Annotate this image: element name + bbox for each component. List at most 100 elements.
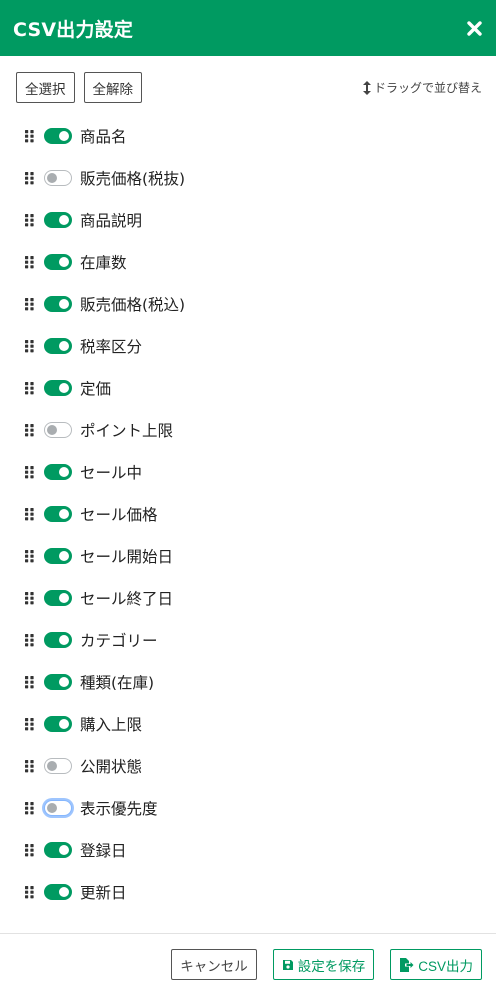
drag-handle-icon[interactable]: [24, 212, 36, 228]
field-row: ポイント上限: [0, 409, 496, 451]
drag-handle-icon[interactable]: [24, 422, 36, 438]
toggle-knob: [59, 299, 69, 309]
drag-handle-icon[interactable]: [24, 548, 36, 564]
field-toggle[interactable]: [44, 338, 72, 354]
drag-handle-icon[interactable]: [24, 758, 36, 774]
field-row: セール価格: [0, 493, 496, 535]
drag-handle-icon[interactable]: [24, 506, 36, 522]
field-label: セール開始日: [80, 548, 174, 566]
toggle-knob: [59, 677, 69, 687]
field-toggle[interactable]: [44, 548, 72, 564]
drag-handle-icon[interactable]: [24, 842, 36, 858]
close-icon[interactable]: [464, 18, 484, 38]
field-toggle[interactable]: [44, 716, 72, 732]
toggle-knob: [59, 551, 69, 561]
field-row: 税率区分: [0, 325, 496, 367]
field-row: 種類(在庫): [0, 661, 496, 703]
field-row: 定価: [0, 367, 496, 409]
field-row: 公開状態: [0, 745, 496, 787]
toggle-knob: [47, 425, 57, 435]
field-row: セール終了日: [0, 577, 496, 619]
field-toggle[interactable]: [44, 674, 72, 690]
field-label: 在庫数: [80, 254, 127, 272]
field-label: セール価格: [80, 506, 158, 524]
file-export-icon: [400, 957, 414, 972]
field-toggle[interactable]: [44, 296, 72, 312]
drag-handle-icon[interactable]: [24, 296, 36, 312]
field-row: 購入上限: [0, 703, 496, 745]
field-row: カテゴリー: [0, 619, 496, 661]
drag-hint-text: ドラッグで並び替え: [373, 81, 482, 95]
toggle-knob: [59, 215, 69, 225]
save-settings-button[interactable]: 設定を保存: [272, 949, 375, 980]
cancel-button[interactable]: キャンセル: [171, 949, 257, 980]
drag-handle-icon[interactable]: [24, 674, 36, 690]
csv-export-label: CSV出力: [418, 958, 473, 974]
save-icon: [282, 959, 293, 970]
field-toggle[interactable]: [44, 632, 72, 648]
field-toggle[interactable]: [44, 590, 72, 606]
field-toggle[interactable]: [44, 884, 72, 900]
cancel-label: キャンセル: [180, 958, 248, 974]
toggle-knob: [47, 761, 57, 771]
toggle-knob: [59, 719, 69, 729]
field-row: 販売価格(税込): [0, 283, 496, 325]
field-label: 種類(在庫): [80, 674, 155, 692]
field-label: 表示優先度: [80, 800, 158, 818]
field-label: 商品説明: [80, 212, 143, 230]
field-label: 更新日: [80, 884, 127, 902]
field-label: 登録日: [80, 842, 127, 860]
drag-handle-icon[interactable]: [24, 380, 36, 396]
deselect-all-button[interactable]: 全解除: [83, 72, 142, 103]
modal-footer: キャンセル 設定を保存 CSV出力: [0, 933, 496, 995]
field-toggle[interactable]: [44, 800, 72, 816]
csv-export-button[interactable]: CSV出力: [390, 949, 482, 980]
drag-handle-icon[interactable]: [24, 338, 36, 354]
toggle-knob: [59, 383, 69, 393]
field-toggle[interactable]: [44, 170, 72, 186]
drag-handle-icon[interactable]: [24, 464, 36, 480]
drag-handle-icon[interactable]: [24, 632, 36, 648]
field-toggle[interactable]: [44, 506, 72, 522]
field-label: 税率区分: [80, 338, 143, 356]
field-toggle[interactable]: [44, 128, 72, 144]
field-toggle[interactable]: [44, 380, 72, 396]
drag-handle-icon[interactable]: [24, 128, 36, 144]
field-toggle[interactable]: [44, 254, 72, 270]
field-toggle[interactable]: [44, 422, 72, 438]
field-label: 販売価格(税込): [80, 296, 186, 314]
field-row: 販売価格(税抜): [0, 157, 496, 199]
field-toggle[interactable]: [44, 842, 72, 858]
drag-handle-icon[interactable]: [24, 716, 36, 732]
field-label: 商品名: [80, 128, 127, 146]
field-toggle[interactable]: [44, 758, 72, 774]
field-label: 定価: [80, 380, 112, 398]
toolbar: 全選択 全解除 ドラッグで並び替え: [16, 72, 482, 103]
field-toggle[interactable]: [44, 464, 72, 480]
toggle-knob: [59, 131, 69, 141]
field-toggle[interactable]: [44, 212, 72, 228]
field-row: 商品説明: [0, 199, 496, 241]
select-all-button[interactable]: 全選択: [16, 72, 75, 103]
field-row: セール中: [0, 451, 496, 493]
drag-handle-icon[interactable]: [24, 884, 36, 900]
drag-handle-icon[interactable]: [24, 170, 36, 186]
field-row: 商品名: [0, 115, 496, 157]
field-row: 登録日: [0, 829, 496, 871]
drag-handle-icon[interactable]: [24, 590, 36, 606]
save-settings-label: 設定を保存: [297, 958, 366, 974]
toggle-knob: [59, 467, 69, 477]
field-label: 購入上限: [80, 716, 143, 734]
modal-title: CSV出力設定: [13, 18, 134, 41]
field-label: ポイント上限: [80, 422, 174, 440]
toggle-knob: [47, 803, 57, 813]
drag-handle-icon[interactable]: [24, 800, 36, 816]
toggle-knob: [47, 173, 57, 183]
sort-arrows-icon: [362, 80, 371, 95]
field-row: 更新日: [0, 871, 496, 913]
field-row: 在庫数: [0, 241, 496, 283]
field-label: セール終了日: [80, 590, 174, 608]
drag-handle-icon[interactable]: [24, 254, 36, 270]
toggle-knob: [59, 257, 69, 267]
toggle-knob: [59, 635, 69, 645]
